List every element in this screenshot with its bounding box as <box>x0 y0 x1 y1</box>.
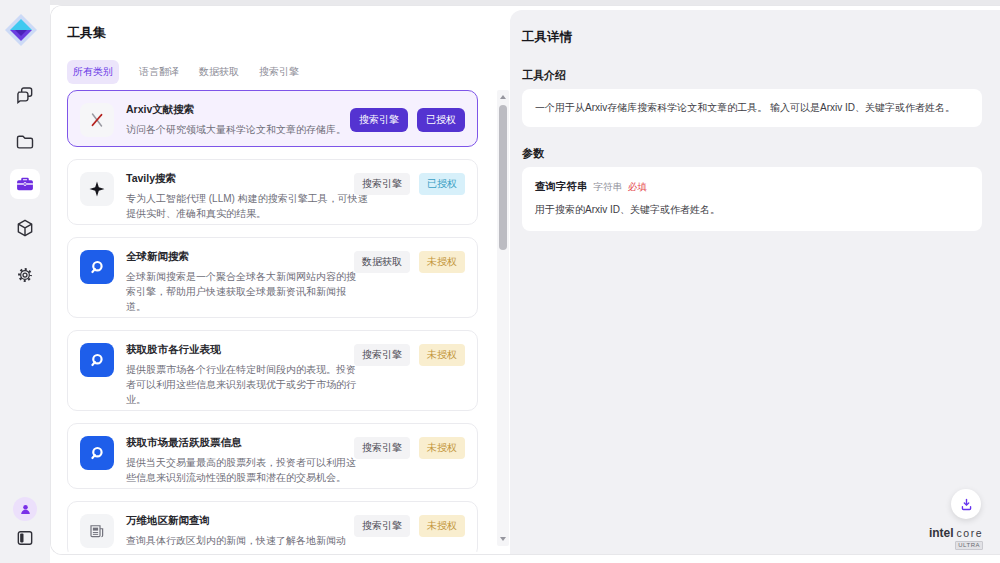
status-badge[interactable]: 未授权 <box>419 251 465 273</box>
tool-title: Arxiv文献搜索 <box>126 103 360 115</box>
tool-card-tavily[interactable]: Tavily搜索 专为人工智能代理 (LLM) 构建的搜索引擎工具，可快速提供实… <box>67 159 478 225</box>
tab-search-engine[interactable]: 搜索引擎 <box>259 60 299 84</box>
app-logo[interactable] <box>4 13 38 51</box>
news-search-icon <box>80 250 114 284</box>
tool-title: 全球新闻搜索 <box>126 250 360 262</box>
category-tag[interactable]: 数据获取 <box>354 251 410 273</box>
tab-all-categories[interactable]: 所有类别 <box>67 60 119 84</box>
user-avatar[interactable] <box>13 497 37 521</box>
status-badge[interactable]: 未授权 <box>419 437 465 459</box>
scrollbar[interactable] <box>497 90 509 546</box>
tool-description: 查询具体行政区划内的新闻，快速了解各地新闻动 <box>126 533 360 548</box>
scroll-up-arrow[interactable] <box>500 95 506 99</box>
ultra-badge: ULTRA <box>955 541 983 550</box>
scrollbar-thumb[interactable] <box>499 105 507 250</box>
download-button[interactable] <box>951 489 981 519</box>
intro-heading: 工具介绍 <box>522 68 566 83</box>
tool-title: Tavily搜索 <box>126 172 373 184</box>
stock-search-icon <box>80 436 114 470</box>
category-tag[interactable]: 搜索引擎 <box>354 437 410 459</box>
detail-title: 工具详情 <box>522 29 572 46</box>
folder-icon[interactable] <box>15 132 35 152</box>
toolset-panel: 工具集 所有类别 语言翻译 数据获取 搜索引擎 Arxiv文献搜索 访问各个研究… <box>51 6 510 554</box>
status-badge[interactable]: 已授权 <box>419 173 465 195</box>
tool-card-list: Arxiv文献搜索 访问各个研究领域大量科学论文和文章的存储库。 搜索引擎 已授… <box>67 90 478 552</box>
tab-data-fetch[interactable]: 数据获取 <box>199 60 239 84</box>
tab-translation[interactable]: 语言翻译 <box>139 60 179 84</box>
core-wordmark: core <box>957 527 983 539</box>
tool-card-sector-performance[interactable]: 获取股市各行业表现 提供股票市场各个行业在特定时间段内的表现。投资者可以利用这些… <box>67 330 478 411</box>
arxiv-icon <box>80 103 114 137</box>
param-name: 查询字符串 <box>535 180 588 194</box>
tool-title: 万维地区新闻查询 <box>126 514 360 526</box>
param-description: 用于搜索的Arxiv ID、关键字或作者姓名。 <box>535 203 969 217</box>
stock-search-icon <box>80 343 114 377</box>
tool-card-regional-news[interactable]: 万维地区新闻查询 查询具体行政区划内的新闻，快速了解各地新闻动 搜索引擎 未授权 <box>67 501 478 552</box>
category-tag[interactable]: 搜索引擎 <box>354 173 410 195</box>
intro-text: 一个用于从Arxiv存储库搜索科学论文和文章的工具。 输入可以是Arxiv ID… <box>535 101 955 115</box>
tool-card-most-active-stocks[interactable]: 获取市场最活跃股票信息 提供当天交易量最高的股票列表，投资者可以利用这些信息来识… <box>67 423 478 489</box>
tool-title: 获取股市各行业表现 <box>126 343 360 355</box>
tool-title: 获取市场最活跃股票信息 <box>126 436 360 448</box>
scroll-down-arrow[interactable] <box>500 537 506 541</box>
layout-panel-icon[interactable] <box>15 528 35 548</box>
toolset-title: 工具集 <box>67 24 106 42</box>
gear-icon[interactable] <box>15 265 35 285</box>
sidebar <box>0 0 50 563</box>
category-tabs: 所有类别 语言翻译 数据获取 搜索引擎 <box>67 60 299 84</box>
tool-card-global-news[interactable]: 全球新闻搜索 全球新闻搜索是一个聚合全球各大新闻网站内容的搜索引擎，帮助用户快速… <box>67 237 478 318</box>
param-required: 必填 <box>628 181 647 194</box>
tool-detail-panel: 工具详情 工具介绍 一个用于从Arxiv存储库搜索科学论文和文章的工具。 输入可… <box>510 10 1000 555</box>
briefcase-icon-active[interactable] <box>10 169 40 199</box>
param-box: 查询字符串 字符串 必填 用于搜索的Arxiv ID、关键字或作者姓名。 <box>522 167 982 231</box>
intel-core-logo: intel core ULTRA <box>929 526 983 550</box>
cube-icon[interactable] <box>15 218 35 238</box>
category-tag[interactable]: 搜索引擎 <box>354 515 410 537</box>
status-badge[interactable]: 已授权 <box>417 108 465 132</box>
tool-description: 全球新闻搜索是一个聚合全球各大新闻网站内容的搜索引擎，帮助用户快速获取全球最新资… <box>126 269 360 314</box>
status-badge[interactable]: 未授权 <box>419 344 465 366</box>
status-badge[interactable]: 未授权 <box>419 515 465 537</box>
params-heading: 参数 <box>522 146 544 161</box>
tool-description: 提供当天交易量最高的股票列表，投资者可以利用这些信息来识别流动性强的股票和潜在的… <box>126 455 360 485</box>
category-tag[interactable]: 搜索引擎 <box>354 344 410 366</box>
tavily-icon <box>80 172 114 206</box>
tool-description: 专为人工智能代理 (LLM) 构建的搜索引擎工具，可快速提供实时、准确和真实的结… <box>126 191 373 221</box>
category-tag[interactable]: 搜索引擎 <box>350 108 408 132</box>
main-window: 工具集 所有类别 语言翻译 数据获取 搜索引擎 Arxiv文献搜索 访问各个研究… <box>50 5 1000 555</box>
newspaper-icon <box>80 514 114 548</box>
chat-icon[interactable] <box>15 85 35 105</box>
param-type: 字符串 <box>594 181 623 194</box>
tool-description: 提供股票市场各个行业在特定时间段内的表现。投资者可以利用这些信息来识别表现优于或… <box>126 362 360 407</box>
intel-wordmark: intel <box>929 526 954 540</box>
tool-card-arxiv[interactable]: Arxiv文献搜索 访问各个研究领域大量科学论文和文章的存储库。 搜索引擎 已授… <box>67 90 478 147</box>
tool-description: 访问各个研究领域大量科学论文和文章的存储库。 <box>126 122 360 137</box>
intro-box: 一个用于从Arxiv存储库搜索科学论文和文章的工具。 输入可以是Arxiv ID… <box>522 89 982 127</box>
